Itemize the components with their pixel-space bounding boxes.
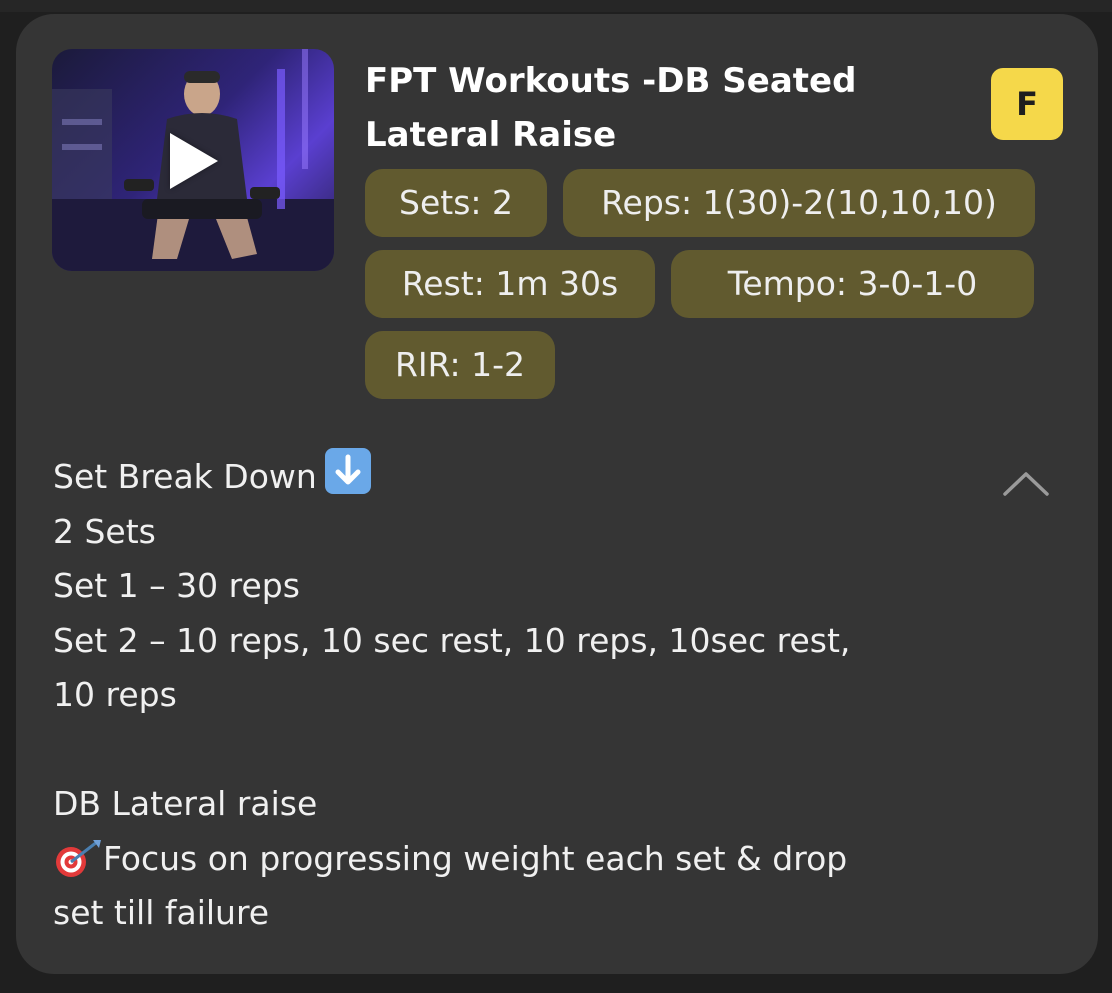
focus-line-1: Focus on progressing weight each set & d…	[103, 838, 848, 878]
direct-hit-target-icon	[56, 839, 101, 877]
rir-chip: RIR: 1-2	[365, 331, 555, 399]
breakdown-line-3: Set 2 – 10 reps, 10 sec rest, 10 reps, 1…	[53, 620, 851, 660]
breakdown-heading-line: Set Break Down	[53, 448, 993, 505]
rest-chip: Rest: 1m 30s	[365, 250, 655, 318]
exercise-card: FPT Workouts -DB Seated Lateral Raise F …	[16, 14, 1098, 974]
set-breakdown-description: Set Break Down 2 Sets Set 1 – 30 reps Se…	[53, 448, 993, 941]
trainer-avatar[interactable]: F	[991, 68, 1063, 140]
sub-heading: DB Lateral raise	[53, 784, 318, 823]
exercise-title: FPT Workouts -DB Seated Lateral Raise	[365, 61, 857, 155]
breakdown-line-1: 2 Sets	[53, 511, 156, 551]
chevron-up-icon[interactable]	[1001, 466, 1051, 500]
tempo-chip: Tempo: 3-0-1-0	[671, 250, 1034, 318]
reps-chip: Reps: 1(30)-2(10,10,10)	[563, 169, 1035, 237]
top-strip	[0, 0, 1112, 12]
breakdown-heading: Set Break Down	[53, 457, 317, 496]
focus-line-1-wrap: Focus on progressing weight each set & d…	[53, 832, 993, 887]
breakdown-line-2: Set 1 – 30 reps	[53, 566, 300, 605]
sets-chip: Sets: 2	[365, 169, 547, 237]
video-thumbnail[interactable]	[52, 49, 334, 271]
down-arrow-button-icon	[324, 448, 371, 494]
focus-line-2: set till failure	[53, 893, 270, 932]
breakdown-line-4: 10 reps	[53, 675, 177, 714]
play-icon[interactable]	[170, 133, 218, 189]
